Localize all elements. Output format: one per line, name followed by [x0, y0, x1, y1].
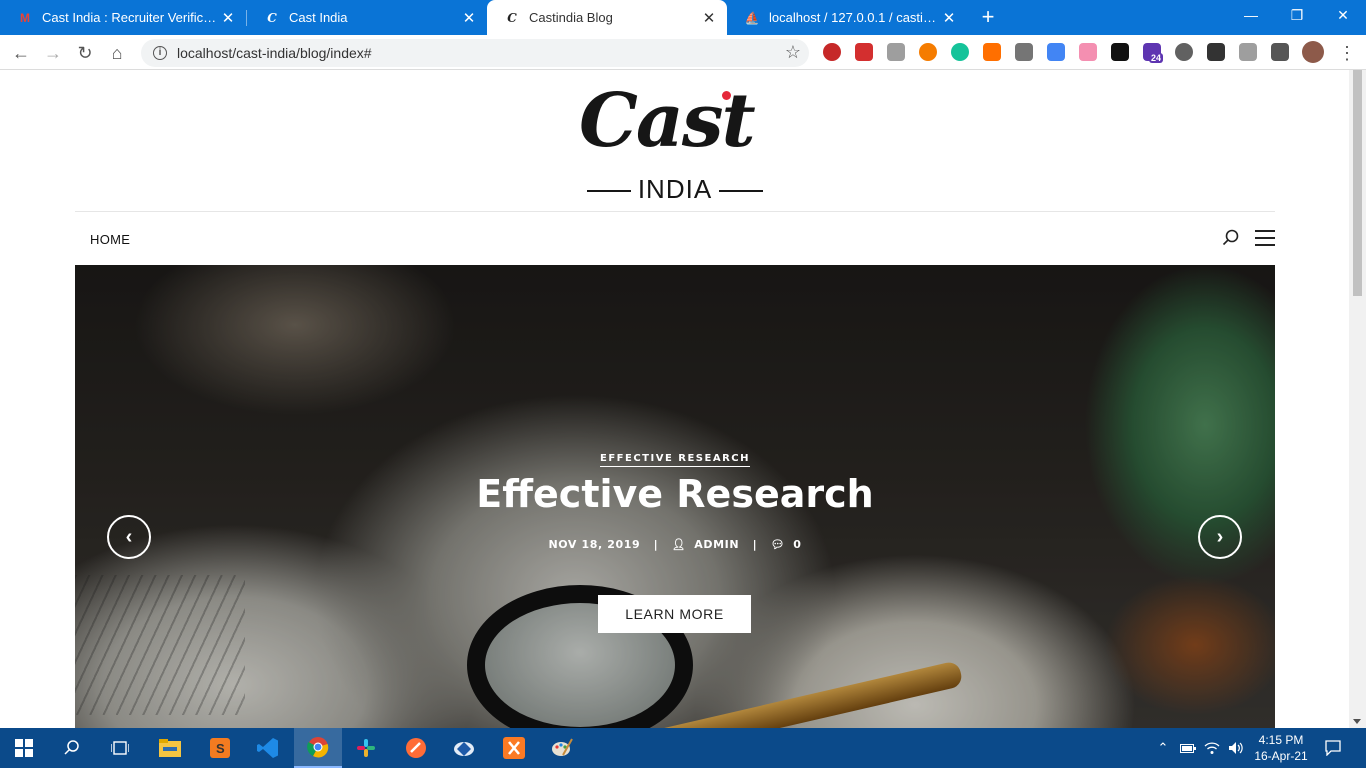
- tab-phpmyadmin[interactable]: ⛵ localhost / 127.0.0.1 / castindi_ca ✕: [727, 0, 967, 35]
- extensions-puzzle-icon[interactable]: [1271, 43, 1289, 61]
- extension-icon[interactable]: [1175, 43, 1193, 61]
- extension-icon[interactable]: [823, 43, 841, 61]
- comment-icon: 💬︎: [770, 538, 786, 551]
- extension-icon[interactable]: [983, 43, 1001, 61]
- tab-title: Castindia Blog: [529, 10, 613, 25]
- logo-dot: [722, 91, 731, 100]
- prev-slide-button[interactable]: ‹: [107, 515, 151, 559]
- scrollbar-thumb[interactable]: [1353, 70, 1362, 296]
- home-button[interactable]: ⌂: [104, 40, 130, 66]
- cast-icon: C: [507, 10, 517, 25]
- notification-center-icon[interactable]: [1320, 728, 1346, 768]
- forward-button[interactable]: →: [40, 40, 66, 66]
- chevron-up-icon[interactable]: ⌃: [1154, 728, 1172, 768]
- camera-icon[interactable]: [1239, 43, 1257, 61]
- tab-title: Cast India: [289, 10, 348, 25]
- system-clock[interactable]: 4:15 PM 16-Apr-21: [1250, 732, 1312, 764]
- task-view-icon[interactable]: [96, 728, 144, 768]
- tab-cast-india[interactable]: C Cast India ✕: [247, 0, 487, 35]
- camera-icon[interactable]: [1111, 43, 1129, 61]
- extension-icon[interactable]: [1079, 43, 1097, 61]
- learn-more-button[interactable]: LEARN MORE: [598, 595, 751, 633]
- vpn-icon[interactable]: [440, 728, 488, 768]
- postman-icon[interactable]: [392, 728, 440, 768]
- user-icon: 👤︎: [671, 538, 687, 551]
- paint-icon[interactable]: [538, 728, 586, 768]
- post-author[interactable]: ADMIN: [694, 538, 739, 551]
- wifi-icon[interactable]: [1202, 728, 1222, 768]
- extension-icon[interactable]: [887, 43, 905, 61]
- logo-line: [719, 190, 763, 192]
- battery-icon[interactable]: [1178, 728, 1198, 768]
- next-slide-button[interactable]: ›: [1198, 515, 1242, 559]
- menu-kebab-icon[interactable]: ⋮: [1334, 40, 1360, 66]
- windows-start-icon[interactable]: [0, 728, 48, 768]
- extension-icon[interactable]: [1015, 43, 1033, 61]
- close-icon[interactable]: ✕: [941, 9, 957, 27]
- reload-button[interactable]: ↻: [72, 40, 98, 66]
- browser-tab-bar: M Cast India : Recruiter Verification ✕ …: [0, 0, 1366, 35]
- cast-icon: C: [267, 10, 277, 25]
- address-bar[interactable]: i localhost/cast-india/blog/index# ☆: [141, 39, 809, 67]
- site-nav: HOME: [75, 211, 1275, 265]
- pdf-icon[interactable]: [855, 43, 873, 61]
- file-explorer-icon[interactable]: [146, 728, 194, 768]
- clock-date: 16-Apr-21: [1254, 749, 1308, 763]
- restore-button[interactable]: ❐: [1274, 0, 1320, 30]
- hamburger-menu-icon[interactable]: [1255, 230, 1275, 246]
- translate-icon[interactable]: [1047, 43, 1065, 61]
- clock-time: 4:15 PM: [1258, 733, 1304, 747]
- svg-text:S: S: [216, 741, 225, 756]
- phpmyadmin-icon: ⛵: [744, 10, 760, 25]
- tab-title: localhost / 127.0.0.1 / castindi_ca: [769, 10, 941, 25]
- tab-castindia-blog[interactable]: C Castindia Blog ✕: [487, 0, 727, 35]
- hero-title[interactable]: Effective Research: [75, 472, 1275, 516]
- close-icon[interactable]: ✕: [701, 9, 717, 27]
- sublime-text-icon[interactable]: S: [196, 728, 244, 768]
- grammarly-icon[interactable]: [951, 43, 969, 61]
- back-button[interactable]: ←: [8, 40, 34, 66]
- hero-meta: NOV 18, 2019 | 👤︎ ADMIN | 💬︎ 0: [548, 538, 802, 551]
- info-icon[interactable]: i: [153, 46, 167, 60]
- hero-category: EFFECTIVE RESEARCH: [75, 448, 1275, 467]
- extension-badge: 24: [1149, 53, 1164, 63]
- extension-icon[interactable]: [1207, 43, 1225, 61]
- search-icon[interactable]: [1221, 228, 1241, 248]
- browser-toolbar: ← → ↻ ⌂ i localhost/cast-india/blog/inde…: [0, 35, 1366, 70]
- post-date: NOV 18, 2019: [548, 538, 641, 551]
- url-text: localhost/cast-india/blog/index#: [177, 45, 372, 61]
- xampp-icon[interactable]: [490, 728, 538, 768]
- bookmark-star-icon[interactable]: ☆: [785, 42, 801, 63]
- close-icon[interactable]: ✕: [220, 9, 236, 27]
- search-icon[interactable]: [48, 728, 96, 768]
- scroll-down-icon[interactable]: [1353, 719, 1361, 724]
- tab-recruiter-verification[interactable]: M Cast India : Recruiter Verification ✕: [0, 0, 246, 35]
- tab-title: Cast India : Recruiter Verification: [42, 10, 220, 25]
- taskbar: S ⌃ 4:15 PM 16-Apr-21: [0, 728, 1366, 768]
- close-icon[interactable]: ✕: [461, 9, 477, 27]
- site-logo[interactable]: Cast INDIA: [575, 78, 775, 208]
- vscode-icon[interactable]: [244, 728, 292, 768]
- nav-home-link[interactable]: HOME: [90, 232, 130, 247]
- extension-icon[interactable]: 24: [1143, 43, 1164, 63]
- close-window-button[interactable]: ✕: [1320, 0, 1366, 30]
- slack-icon[interactable]: [342, 728, 390, 768]
- new-tab-button[interactable]: +: [976, 5, 1000, 29]
- minimize-button[interactable]: —: [1228, 0, 1274, 30]
- chrome-icon[interactable]: [294, 728, 342, 768]
- hero-category-link[interactable]: EFFECTIVE RESEARCH: [600, 453, 750, 467]
- volume-icon[interactable]: [1226, 728, 1246, 768]
- hero-slider: EFFECTIVE RESEARCH Effective Research NO…: [75, 265, 1275, 728]
- extension-icon[interactable]: [919, 43, 937, 61]
- gmail-icon: M: [20, 10, 30, 25]
- page-scrollbar[interactable]: [1349, 70, 1366, 728]
- avatar[interactable]: [1302, 41, 1324, 63]
- comment-count[interactable]: 0: [793, 538, 801, 551]
